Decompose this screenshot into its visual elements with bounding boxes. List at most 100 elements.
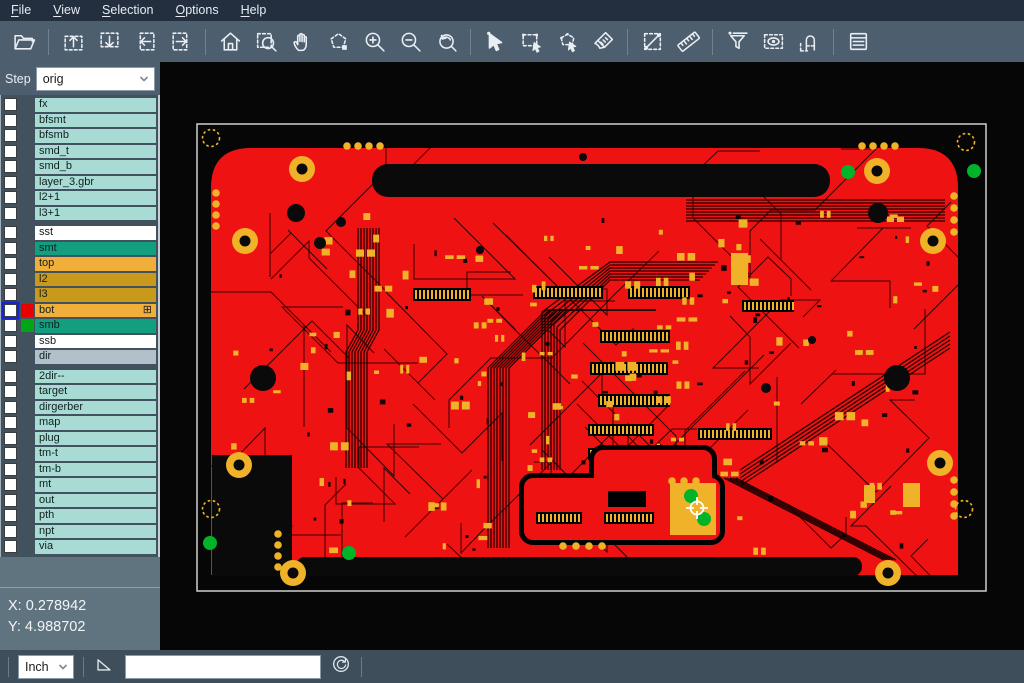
layer-color-swatch[interactable] bbox=[21, 416, 34, 429]
layer-visibility-checkbox[interactable] bbox=[4, 226, 17, 239]
menu-selection[interactable]: Selection bbox=[91, 0, 164, 21]
pan-down-button[interactable] bbox=[91, 25, 127, 59]
layer-visibility-checkbox[interactable] bbox=[4, 129, 17, 142]
layer-visibility-checkbox[interactable] bbox=[4, 257, 17, 270]
home-view-button[interactable] bbox=[212, 25, 248, 59]
layer-name[interactable]: plug bbox=[35, 432, 156, 446]
layer-name[interactable]: bfsmb bbox=[35, 129, 156, 143]
paint-brush-button[interactable] bbox=[585, 25, 621, 59]
layer-visibility-checkbox[interactable] bbox=[4, 350, 17, 363]
measure-distance-button[interactable] bbox=[634, 25, 670, 59]
layer-name[interactable]: via bbox=[35, 540, 156, 554]
layer-visibility-checkbox[interactable] bbox=[4, 114, 17, 127]
layer-color-swatch[interactable] bbox=[21, 129, 34, 142]
layer-visibility-checkbox[interactable] bbox=[4, 401, 17, 414]
layer-color-swatch[interactable] bbox=[21, 509, 34, 522]
layer-color-swatch[interactable] bbox=[21, 350, 34, 363]
layer-name[interactable]: ssb bbox=[35, 335, 156, 349]
layer-color-swatch[interactable] bbox=[21, 207, 34, 220]
menu-view[interactable]: View bbox=[42, 0, 91, 21]
view-area-button[interactable] bbox=[755, 25, 791, 59]
layer-visibility-checkbox[interactable] bbox=[4, 176, 17, 189]
layer-name[interactable]: smb bbox=[35, 319, 156, 333]
layer-visibility-checkbox[interactable] bbox=[4, 540, 17, 553]
layer-name[interactable]: fx bbox=[35, 98, 156, 112]
layer-color-swatch[interactable] bbox=[21, 432, 34, 445]
layer-name[interactable]: l3+1 bbox=[35, 207, 156, 221]
layer-name[interactable]: l2 bbox=[35, 273, 156, 287]
pan-left-button[interactable] bbox=[127, 25, 163, 59]
layer-visibility-checkbox[interactable] bbox=[4, 145, 17, 158]
layer-visibility-checkbox[interactable] bbox=[4, 242, 17, 255]
layer-visibility-checkbox[interactable] bbox=[4, 509, 17, 522]
layer-name[interactable]: smd_b bbox=[35, 160, 156, 174]
layer-name[interactable]: tm-t bbox=[35, 447, 156, 461]
layer-name[interactable]: 2dir-- bbox=[35, 370, 156, 384]
layer-name[interactable]: mt bbox=[35, 478, 156, 492]
layer-visibility-checkbox[interactable] bbox=[4, 304, 17, 317]
menu-options[interactable]: Options bbox=[164, 0, 229, 21]
layer-color-swatch[interactable] bbox=[21, 401, 34, 414]
layer-name[interactable]: bot⊞ bbox=[35, 304, 156, 318]
pan-hand-button[interactable] bbox=[284, 25, 320, 59]
layer-visibility-checkbox[interactable] bbox=[4, 478, 17, 491]
zoom-polygon-button[interactable] bbox=[320, 25, 356, 59]
layer-color-swatch[interactable] bbox=[21, 494, 34, 507]
layer-color-swatch[interactable] bbox=[21, 273, 34, 286]
filter-button[interactable] bbox=[719, 25, 755, 59]
layer-visibility-checkbox[interactable] bbox=[4, 160, 17, 173]
snap-magnet-button[interactable] bbox=[791, 25, 827, 59]
layer-name[interactable]: dirgerber bbox=[35, 401, 156, 415]
layer-color-swatch[interactable] bbox=[21, 385, 34, 398]
pan-up-button[interactable] bbox=[55, 25, 91, 59]
zoom-in-button[interactable] bbox=[356, 25, 392, 59]
layer-visibility-checkbox[interactable] bbox=[4, 335, 17, 348]
layer-visibility-checkbox[interactable] bbox=[4, 447, 17, 460]
layer-visibility-checkbox[interactable] bbox=[4, 319, 17, 332]
layer-name[interactable]: out bbox=[35, 494, 156, 508]
layer-name[interactable]: smd_t bbox=[35, 145, 156, 159]
layer-name[interactable]: map bbox=[35, 416, 156, 430]
layer-visibility-checkbox[interactable] bbox=[4, 273, 17, 286]
command-input[interactable] bbox=[125, 655, 321, 679]
refresh-icon[interactable] bbox=[330, 653, 352, 680]
select-arrow-button[interactable] bbox=[477, 25, 513, 59]
layer-color-swatch[interactable] bbox=[21, 176, 34, 189]
layer-color-swatch[interactable] bbox=[21, 191, 34, 204]
layer-color-swatch[interactable] bbox=[21, 319, 34, 332]
layer-visibility-checkbox[interactable] bbox=[4, 98, 17, 111]
report-list-button[interactable] bbox=[840, 25, 876, 59]
layer-visibility-checkbox[interactable] bbox=[4, 525, 17, 538]
layer-name[interactable]: tm-b bbox=[35, 463, 156, 477]
menu-help[interactable]: Help bbox=[230, 0, 278, 21]
layer-name[interactable]: bfsmt bbox=[35, 114, 156, 128]
pan-right-button[interactable] bbox=[163, 25, 199, 59]
zoom-previous-button[interactable] bbox=[428, 25, 464, 59]
layer-name[interactable]: target bbox=[35, 385, 156, 399]
layer-visibility-checkbox[interactable] bbox=[4, 463, 17, 476]
layer-name[interactable]: top bbox=[35, 257, 156, 271]
layer-color-swatch[interactable] bbox=[21, 160, 34, 173]
layer-name[interactable]: smt bbox=[35, 242, 156, 256]
unit-select[interactable]: Inch bbox=[18, 655, 74, 679]
open-folder-button[interactable] bbox=[6, 25, 42, 59]
layer-visibility-checkbox[interactable] bbox=[4, 416, 17, 429]
layer-color-swatch[interactable] bbox=[21, 478, 34, 491]
angle-measure-icon[interactable] bbox=[93, 653, 115, 680]
layer-color-swatch[interactable] bbox=[21, 525, 34, 538]
layer-color-swatch[interactable] bbox=[21, 447, 34, 460]
select-polygon-button[interactable] bbox=[549, 25, 585, 59]
layer-name[interactable]: npt bbox=[35, 525, 156, 539]
measure-ruler-button[interactable] bbox=[670, 25, 706, 59]
zoom-window-button[interactable] bbox=[248, 25, 284, 59]
layer-name[interactable]: pth bbox=[35, 509, 156, 523]
layer-color-swatch[interactable] bbox=[21, 257, 34, 270]
layer-color-swatch[interactable] bbox=[21, 288, 34, 301]
layer-name[interactable]: l2+1 bbox=[35, 191, 156, 205]
layer-name[interactable]: l3 bbox=[35, 288, 156, 302]
layer-name[interactable]: sst bbox=[35, 226, 156, 240]
layer-color-swatch[interactable] bbox=[21, 540, 34, 553]
layer-color-swatch[interactable] bbox=[21, 242, 34, 255]
layer-name[interactable]: layer_3.gbr bbox=[35, 176, 156, 190]
step-select[interactable]: orig bbox=[36, 67, 155, 91]
